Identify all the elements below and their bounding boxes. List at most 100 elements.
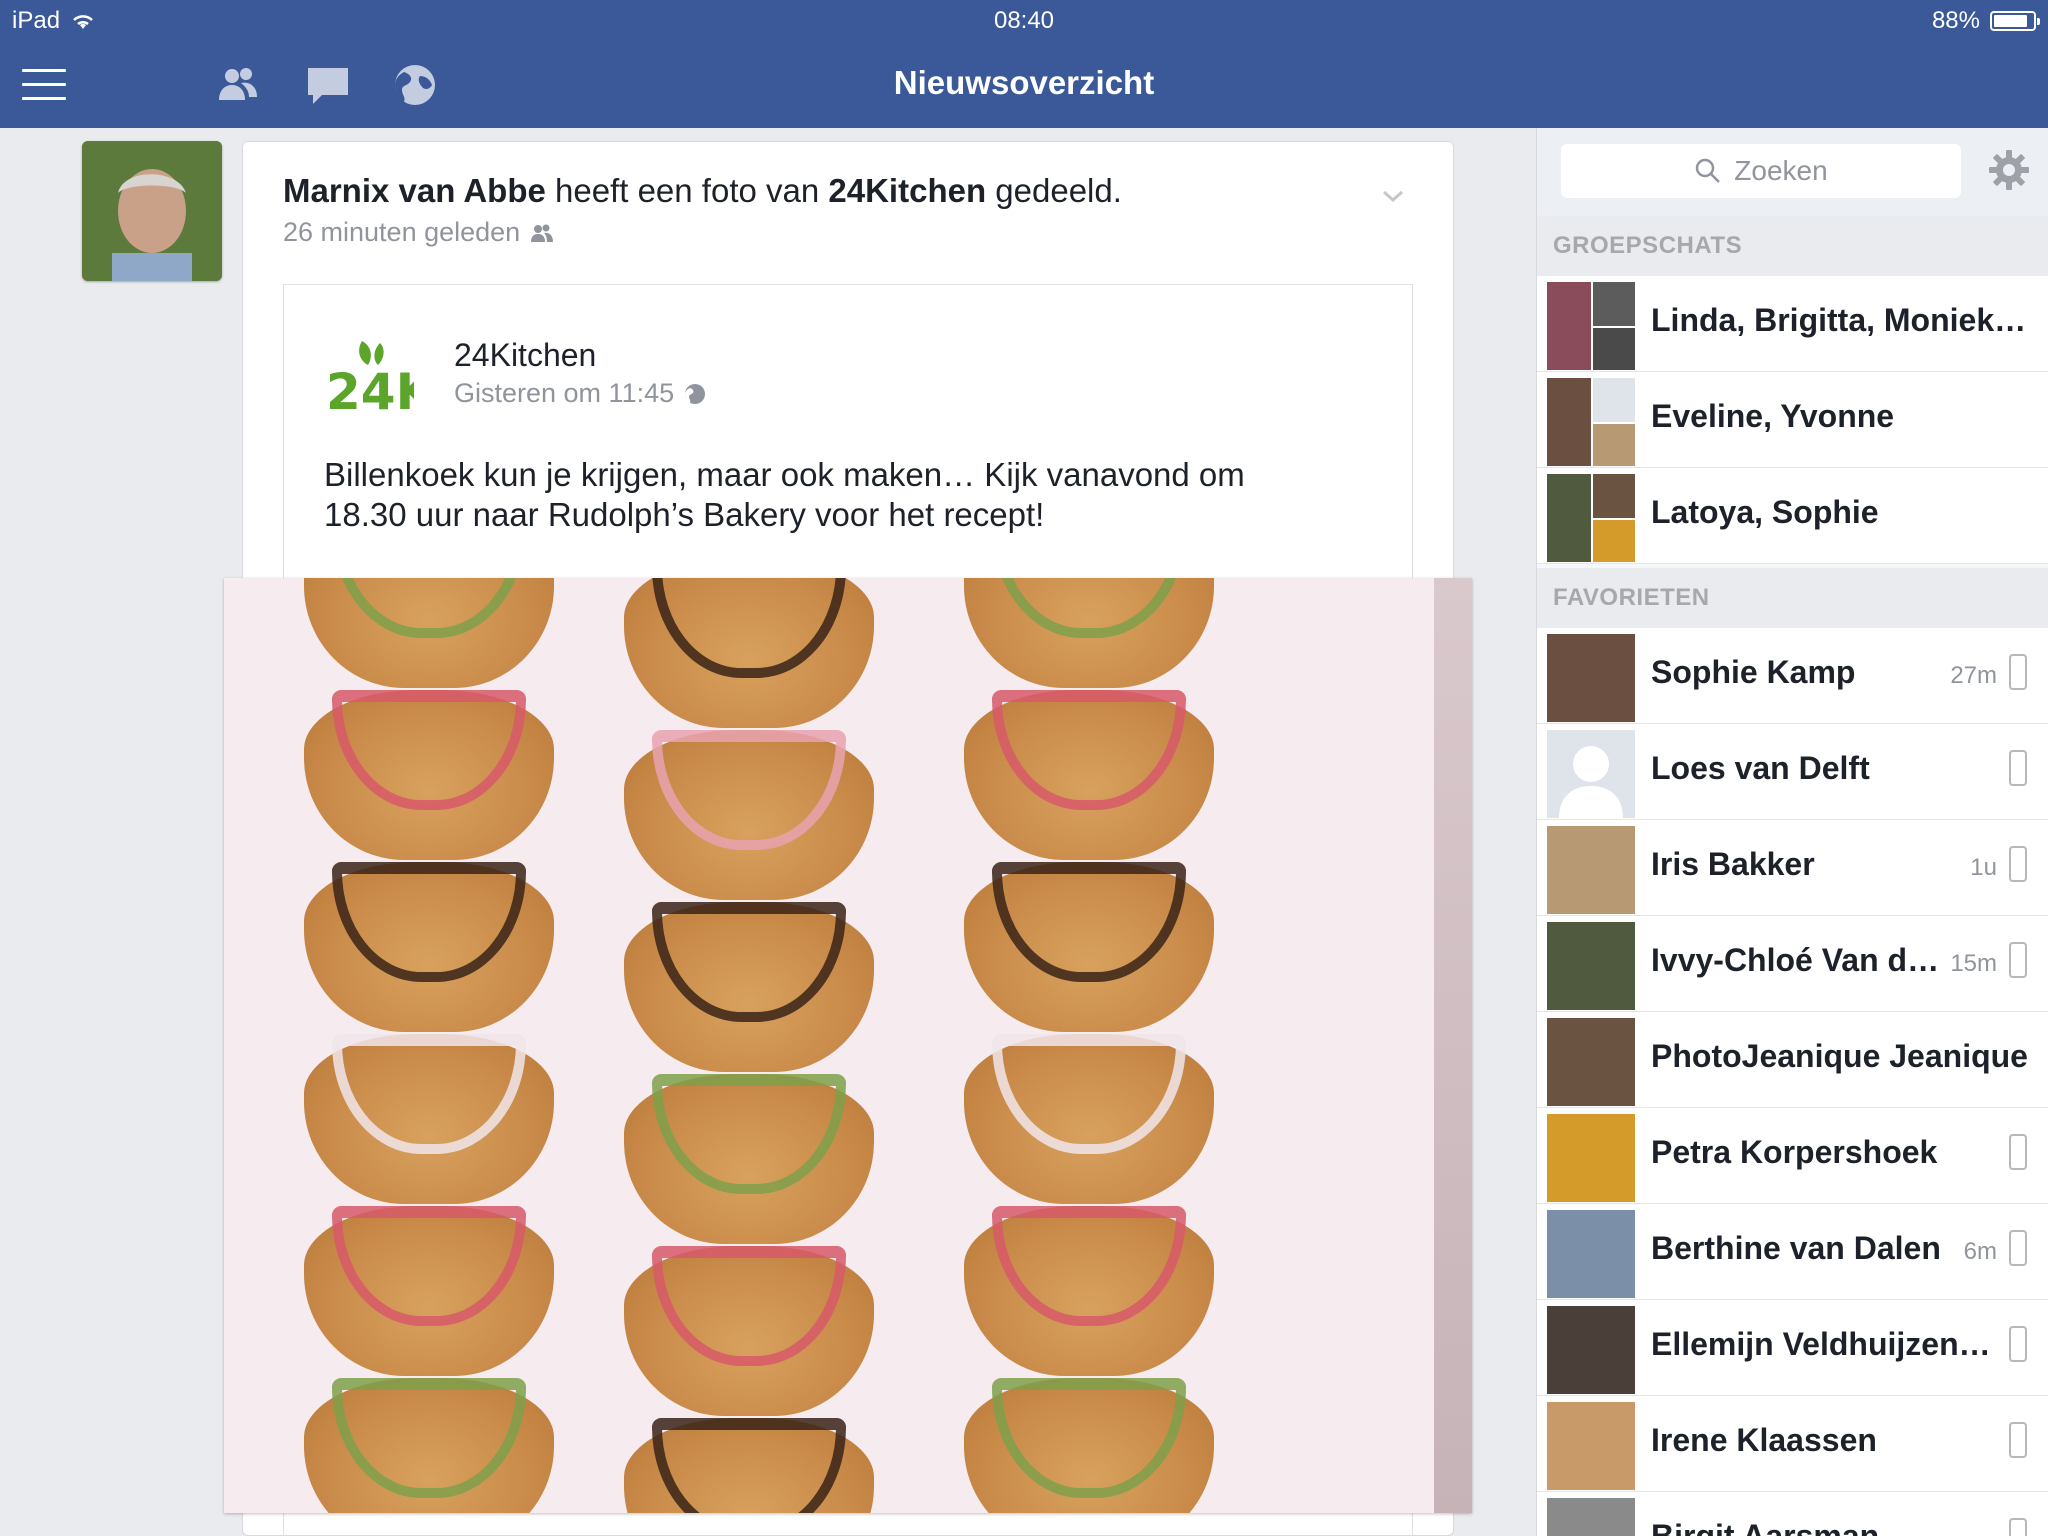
mobile-phone-icon bbox=[2009, 942, 2027, 978]
favorite-row[interactable]: Ivvy-Chloé Van d… 15m bbox=[1537, 916, 2048, 1012]
avatar bbox=[1547, 1114, 1635, 1202]
group-chat-row[interactable]: Eveline, Yvonne bbox=[1537, 372, 2048, 468]
cookie bbox=[964, 578, 1214, 688]
search-icon bbox=[1696, 158, 1721, 183]
last-active-time: 6m bbox=[1963, 1238, 1997, 1265]
page-title: Nieuwsoverzicht bbox=[893, 64, 1155, 101]
mobile-phone-icon bbox=[2009, 750, 2027, 786]
cookie bbox=[304, 1034, 554, 1204]
avatar bbox=[1547, 1402, 1635, 1490]
contact-name: Petra Korpershoek bbox=[1651, 1134, 1938, 1170]
cookie bbox=[624, 730, 874, 900]
avatar bbox=[1547, 922, 1635, 1010]
contact-name: Loes van Delft bbox=[1651, 750, 1870, 786]
favorite-row[interactable]: Ellemijn Veldhuijzen… bbox=[1537, 1300, 2048, 1396]
cookie bbox=[624, 1418, 874, 1513]
24kitchen-logo[interactable]: 24K bbox=[324, 337, 414, 421]
cookie bbox=[304, 862, 554, 1032]
avatar bbox=[1547, 634, 1635, 722]
avatar bbox=[1547, 282, 1635, 370]
group-chat-row[interactable]: Latoya, Sophie bbox=[1537, 468, 2048, 564]
shared-page-name[interactable]: 24Kitchen bbox=[454, 337, 596, 374]
public-globe-icon bbox=[685, 383, 706, 404]
favorite-row[interactable]: Sophie Kamp 27m bbox=[1537, 628, 2048, 724]
avatar bbox=[1547, 1306, 1635, 1394]
mobile-phone-icon bbox=[2009, 1326, 2027, 1362]
shared-page-link[interactable]: 24Kitchen bbox=[828, 172, 986, 209]
contact-name: Ivvy-Chloé Van d… bbox=[1651, 942, 1940, 978]
contact-name: Eveline, Yvonne bbox=[1651, 398, 1895, 434]
cookie bbox=[964, 1206, 1214, 1376]
cookie bbox=[964, 690, 1214, 860]
actor-name[interactable]: Marnix van Abbe bbox=[283, 172, 546, 209]
favorite-row[interactable]: PhotoJeanique Jeanique bbox=[1537, 1012, 2048, 1108]
cookie bbox=[304, 1206, 554, 1376]
clock: 08:40 bbox=[993, 7, 1055, 34]
message-line-2: 18.30 uur naar Rudolph’s Bakery voor het… bbox=[324, 496, 1045, 533]
contact-name: Sophie Kamp bbox=[1651, 654, 1856, 690]
post-message: Billenkoek kun je krijgen, maar ook make… bbox=[324, 455, 1324, 535]
mobile-phone-icon bbox=[2009, 1518, 2027, 1536]
search-input[interactable]: Zoeken bbox=[1561, 144, 1961, 198]
top-navigation-bar: iPad 08:40 88% Nieuwsoverzicht bbox=[0, 0, 2048, 128]
contact-name: Latoya, Sophie bbox=[1651, 494, 1879, 530]
last-active-time: 15m bbox=[1950, 950, 1997, 977]
favorites-header: FAVORIETEN bbox=[1537, 568, 2048, 628]
favorite-row[interactable]: Birgit Aarsman bbox=[1537, 1492, 2048, 1536]
favorite-row[interactable]: Iris Bakker 1u bbox=[1537, 820, 2048, 916]
mobile-phone-icon bbox=[2009, 654, 2027, 690]
contact-name: Birgit Aarsman bbox=[1651, 1518, 1880, 1536]
avatar bbox=[1547, 378, 1635, 466]
cookie bbox=[964, 1378, 1214, 1513]
cookie bbox=[304, 578, 554, 688]
cookie bbox=[304, 1378, 554, 1513]
avatar bbox=[1547, 826, 1635, 914]
contact-name: Iris Bakker bbox=[1651, 846, 1815, 882]
friends-audience-icon bbox=[531, 224, 554, 242]
contact-name: PhotoJeanique Jeanique bbox=[1651, 1038, 2028, 1074]
contact-name: Irene Klaassen bbox=[1651, 1422, 1877, 1458]
mobile-phone-icon bbox=[2009, 1134, 2027, 1170]
cookie bbox=[964, 1034, 1214, 1204]
headline-verb: heeft een foto van bbox=[545, 172, 829, 209]
shared-post-timestamp[interactable]: Gisteren om 11:45 bbox=[454, 378, 674, 409]
cookie bbox=[624, 902, 874, 1072]
post-photo[interactable] bbox=[224, 578, 1472, 1513]
group-chat-row[interactable]: Linda, Brigitta, Moniek… bbox=[1537, 276, 2048, 372]
mobile-phone-icon bbox=[2009, 846, 2027, 882]
battery-percentage: 88% bbox=[1931, 7, 1980, 34]
mobile-phone-icon bbox=[2009, 1230, 2027, 1266]
last-active-time: 1u bbox=[1970, 854, 1997, 881]
search-placeholder: Zoeken bbox=[1734, 155, 1828, 186]
avatar bbox=[1547, 730, 1635, 818]
poster-avatar[interactable] bbox=[82, 141, 222, 281]
avatar bbox=[1547, 1498, 1635, 1536]
cookie bbox=[624, 1074, 874, 1244]
avatar bbox=[1547, 1210, 1635, 1298]
cookie bbox=[624, 1246, 874, 1416]
post-timestamp[interactable]: 26 minuten geleden bbox=[283, 217, 520, 248]
favorite-row[interactable]: Loes van Delft bbox=[1537, 724, 2048, 820]
favorite-row[interactable]: Irene Klaassen bbox=[1537, 1396, 2048, 1492]
chevron-down-icon[interactable] bbox=[1381, 184, 1405, 208]
cookie bbox=[964, 862, 1214, 1032]
battery-icon bbox=[1990, 11, 2040, 31]
group-chats-header: GROEPSCHATS bbox=[1537, 216, 2048, 276]
contact-name: Linda, Brigitta, Moniek… bbox=[1651, 302, 2027, 338]
message-line-1: Billenkoek kun je krijgen, maar ook make… bbox=[324, 456, 1245, 493]
cookie bbox=[304, 690, 554, 860]
favorite-row[interactable]: Berthine van Dalen 6m bbox=[1537, 1204, 2048, 1300]
cookie bbox=[624, 578, 874, 728]
last-active-time: 27m bbox=[1950, 662, 1997, 689]
status-bar: iPad 08:40 88% bbox=[0, 0, 2048, 40]
chat-sidebar: Zoeken GROEPSCHATS Linda, Brigitta, Moni… bbox=[1536, 128, 2048, 1536]
mobile-phone-icon bbox=[2009, 1422, 2027, 1458]
post-headline: Marnix van Abbe heeft een foto van 24Kit… bbox=[283, 172, 1122, 210]
favorite-row[interactable]: Petra Korpershoek bbox=[1537, 1108, 2048, 1204]
contact-name: Berthine van Dalen bbox=[1651, 1230, 1941, 1266]
gear-icon[interactable] bbox=[1987, 148, 2031, 192]
avatar bbox=[1547, 474, 1635, 562]
contact-name: Ellemijn Veldhuijzen… bbox=[1651, 1326, 1991, 1362]
avatar bbox=[1547, 1018, 1635, 1106]
svg-text:24K: 24K bbox=[326, 363, 414, 421]
